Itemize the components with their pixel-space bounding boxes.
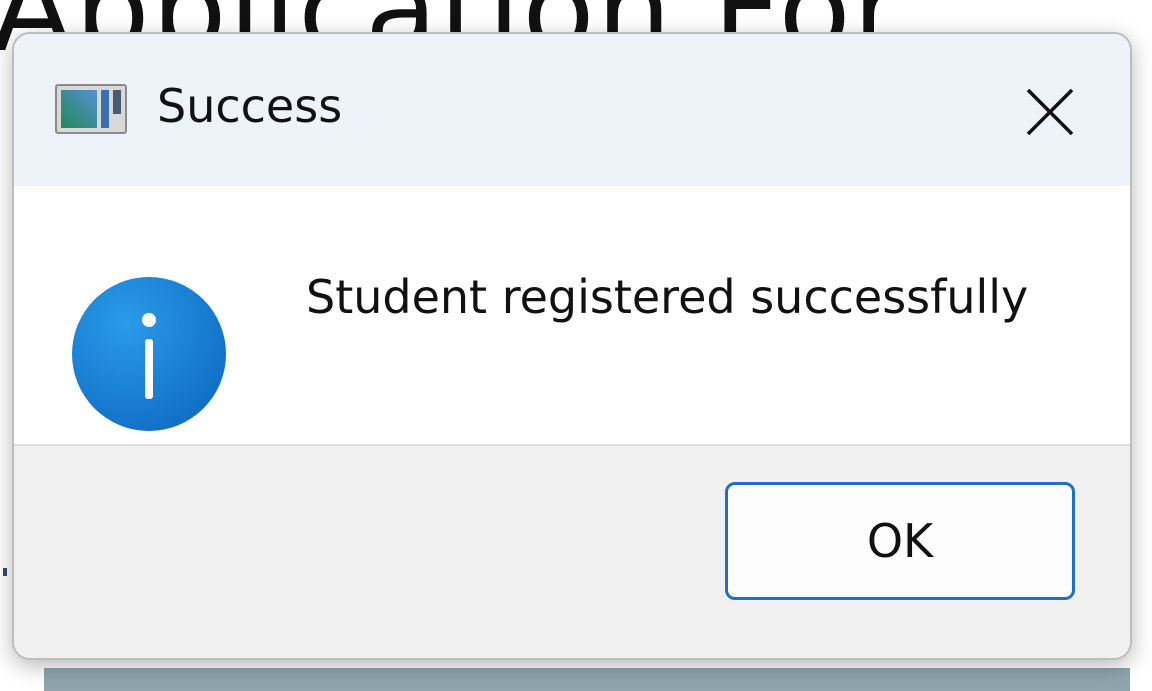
background-mark <box>3 568 7 576</box>
background-panel <box>44 668 1130 691</box>
ok-button[interactable]: OK <box>725 482 1075 600</box>
close-button[interactable] <box>1000 72 1100 150</box>
info-icon <box>70 275 228 433</box>
dialog-footer: OK <box>14 446 1130 658</box>
message-dialog: Success Student registered successfully … <box>12 32 1132 660</box>
dialog-content: Student registered successfully <box>14 186 1130 446</box>
dialog-title: Success <box>157 79 343 133</box>
window-app-icon <box>55 84 127 134</box>
dialog-titlebar[interactable]: Success <box>14 34 1130 186</box>
dialog-message: Student registered successfully <box>306 270 1029 324</box>
close-icon <box>1026 88 1074 136</box>
